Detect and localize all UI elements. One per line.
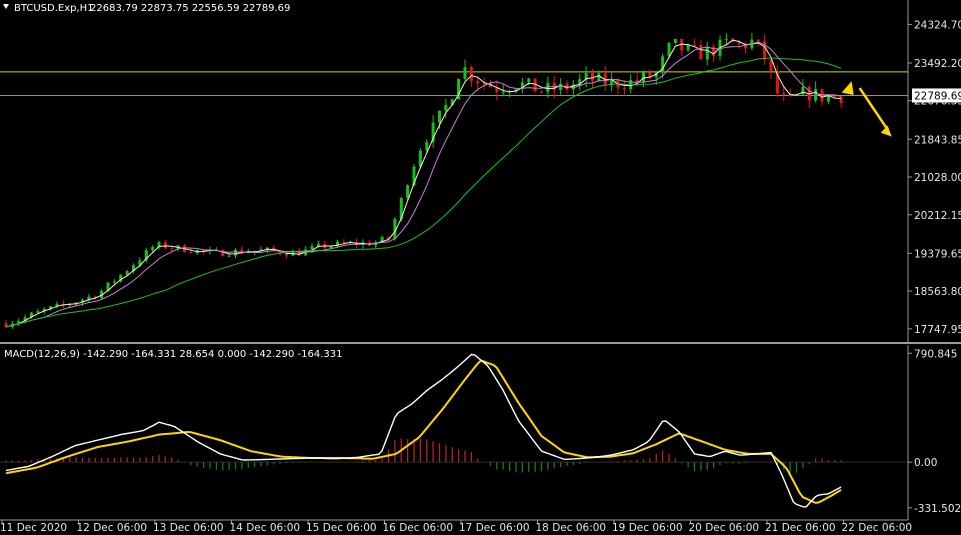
chart-background [0,0,961,535]
candle-body [814,89,818,101]
candle-body [635,79,639,82]
candle-body [438,110,441,123]
candle-body [310,246,314,250]
candle-body [673,38,677,43]
time-tick-label: 12 Dec 06:00 [77,522,148,534]
candle-body [839,96,843,104]
price-tick-label: 17747.95 [914,324,961,336]
candle-body [788,95,792,97]
macd-tick-label: 790.845 [914,348,957,360]
current-price-value: 22789.69 [914,90,961,102]
candle-body [559,83,563,91]
candle-body [285,253,288,256]
candle-body [705,46,709,60]
macd-title: MACD(12,26,9) -142.290 -164.331 28.654 0… [4,349,342,360]
time-tick-label: 20 Dec 06:00 [689,522,760,534]
candle-body [36,311,40,313]
candle-body [170,248,174,250]
price-header: BTCUSD.Exp,H1 22683.79 22873.75 22556.59… [3,3,290,14]
price-tick-label: 19379.65 [914,248,961,260]
candle-body [234,249,237,256]
macd-tick-label: -331.502 [914,503,961,515]
candle-body [163,242,167,249]
candle-body [540,91,543,93]
time-tick-label: 17 Dec 06:00 [459,522,530,534]
candle-body [622,87,626,90]
price-tick-label: 20212.15 [914,210,961,222]
candle-body [476,81,480,84]
price-tick-label: 24324.70 [914,19,961,31]
ohlc-label: 22683.79 22873.75 22556.59 22789.69 [90,3,290,14]
macd-tick-label: 0.00 [914,457,937,469]
price-tick-label: 23492.20 [914,58,961,70]
time-tick-label: 18 Dec 06:00 [536,522,607,534]
symbol-label: BTCUSD.Exp,H1 [14,3,94,14]
candle-body [724,38,728,40]
candle-body [425,142,429,151]
time-tick-label: 21 Dec 06:00 [765,522,836,534]
candle-body [833,95,837,97]
candle-body [597,73,601,81]
candle-body [151,247,155,251]
time-tick-label: 13 Dec 06:00 [153,522,224,534]
candle-body [820,89,824,102]
current-price-tag: 22789.69 [912,88,961,103]
candle-body [316,243,320,247]
candle-body [801,86,805,95]
time-tick-label: 16 Dec 06:00 [383,522,454,534]
candle-body [463,67,467,80]
price-tick-label: 21028.00 [914,172,961,184]
time-tick-label: 19 Dec 06:00 [612,522,683,534]
candle-body [642,72,645,82]
candle-body [227,255,231,257]
chart-root: 24324.7023492.2022676.5521843.8521028.00… [0,0,961,535]
candle-body [469,67,473,82]
candle-body [342,241,346,244]
time-tick-label: 15 Dec 06:00 [306,522,377,534]
time-tick-label: 11 Dec 2020 [0,522,67,534]
candle-body [527,78,531,83]
candle-body [686,44,690,51]
candle-body [112,281,116,283]
candle-body [693,44,696,46]
candle-body [826,95,830,102]
candle-body [189,252,193,254]
candle-body [221,249,225,257]
price-tick-label: 21843.85 [914,134,961,146]
candle-body [756,39,760,41]
candle-body [444,104,448,111]
price-tick-label: 18563.80 [914,286,961,298]
candle-body [406,185,410,199]
candle-body [782,93,786,96]
candle-body [699,44,703,60]
candle-body [667,42,671,57]
candle-body [501,92,505,94]
time-tick-label: 14 Dec 06:00 [230,522,301,534]
time-tick-label: 22 Dec 06:00 [842,522,913,534]
